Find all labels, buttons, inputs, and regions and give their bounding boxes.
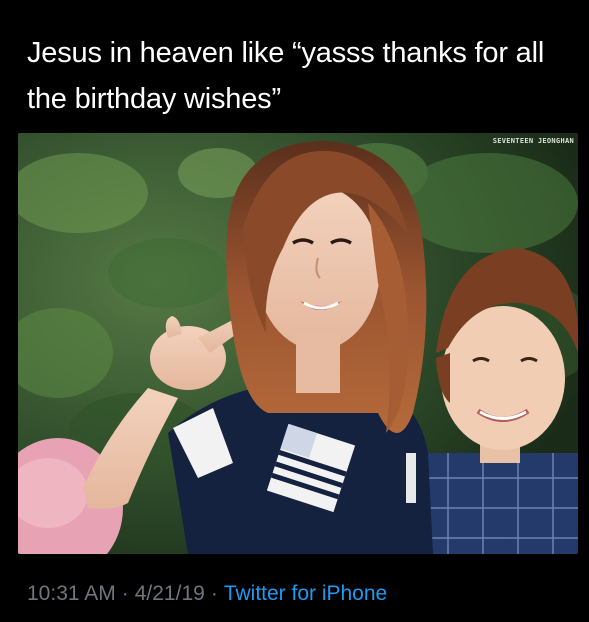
tweet-source-link[interactable]: Twitter for iPhone <box>224 582 387 605</box>
meta-separator: · <box>121 582 129 605</box>
photo-watermark: SEVENTEEN JEONGHAN <box>492 137 574 145</box>
tweet-meta: 10:31 AM · 4/21/19 · Twitter for iPhone <box>27 580 387 608</box>
tweet: Jesus in heaven like “yasss thanks for a… <box>0 0 589 622</box>
photo-illustration <box>18 133 578 554</box>
meta-separator: · <box>210 582 218 605</box>
tweet-photo[interactable]: SEVENTEEN JEONGHAN <box>18 133 578 554</box>
tweet-text: Jesus in heaven like “yasss thanks for a… <box>27 37 552 115</box>
tweet-time[interactable]: 10:31 AM <box>27 582 116 605</box>
tweet-date[interactable]: 4/21/19 <box>135 582 205 605</box>
